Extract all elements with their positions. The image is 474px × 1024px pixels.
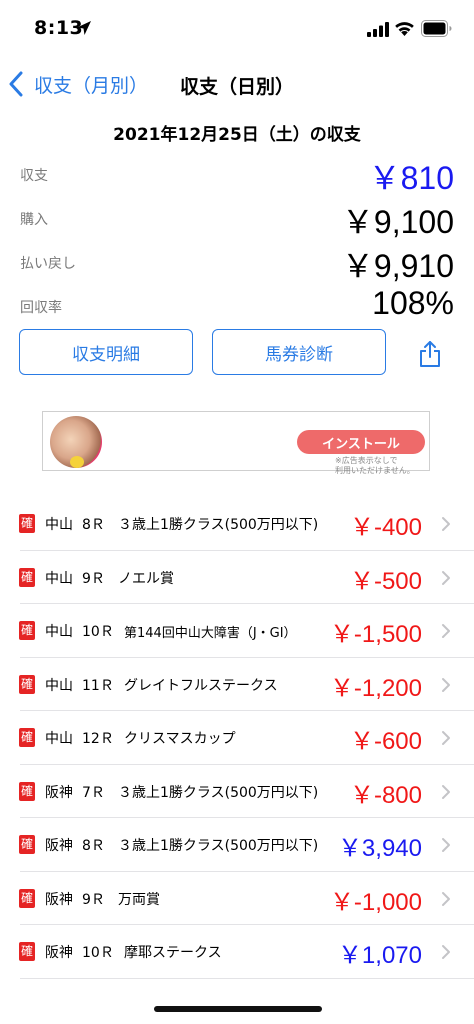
chevron-right-icon	[442, 624, 450, 638]
ad-banner[interactable]: インストール ※広告表示なしで 利用いただけません。	[42, 411, 430, 475]
race-venue: 中山	[45, 570, 73, 587]
race-number: 9Ｒ	[82, 891, 105, 908]
details-button[interactable]: 収支明細	[19, 329, 193, 375]
chevron-right-icon	[442, 891, 450, 906]
race-name: クリスマスカップ	[124, 731, 236, 747]
confirmed-badge: 確	[19, 567, 35, 587]
race-amount: ￥-600	[349, 728, 422, 755]
race-venue: 阪神	[45, 838, 73, 854]
race-row[interactable]: 確 阪神 8Ｒ ３歳上1勝クラス(500万円以下) ￥3,940	[0, 818, 474, 872]
race-number: 8Ｒ	[82, 838, 105, 854]
chevron-right-icon	[442, 945, 450, 959]
battery-icon	[421, 20, 452, 37]
diagnosis-button[interactable]: 馬券診断	[212, 329, 386, 375]
navigation-bar: 収支（月別） 収支（日別）	[0, 62, 474, 106]
ad-note: ※広告表示なしで 利用いただけません。	[335, 456, 415, 476]
race-amount: ￥-1,000	[329, 888, 422, 916]
status-bar: 8:13	[0, 0, 474, 56]
race-amount: ￥-800	[349, 781, 422, 809]
race-name: 第144回中山大障害（J・GI）	[124, 626, 297, 641]
race-row[interactable]: 確 中山 9Ｒ ノエル賞 ￥-500	[0, 551, 474, 605]
race-row[interactable]: 確 中山 11Ｒ グレイトフルステークス ￥-1,200	[0, 658, 474, 712]
ad-install-button[interactable]: インストール	[297, 430, 425, 454]
chevron-right-icon	[442, 517, 450, 531]
race-amount: ￥1,070	[337, 942, 422, 969]
ad-avatar-image	[50, 416, 102, 468]
race-amount: ￥3,940	[337, 835, 422, 862]
race-number: 9Ｒ	[82, 570, 105, 587]
race-list: 確 中山 8Ｒ ３歳上1勝クラス(500万円以下) ￥-400 確 中山 9Ｒ …	[0, 497, 474, 979]
ad-note-line: ※広告表示なしで	[335, 456, 398, 465]
race-venue: 阪神	[45, 784, 73, 801]
race-name: ３歳上1勝クラス(500万円以下)	[118, 784, 319, 801]
race-row[interactable]: 確 中山 10Ｒ 第144回中山大障害（J・GI） ￥-1,500	[0, 604, 474, 658]
date-title: 2021年12月25日（土）の収支	[113, 125, 361, 145]
location-arrow-icon	[77, 21, 91, 35]
race-venue: 中山	[45, 517, 73, 533]
race-number: 7Ｒ	[82, 784, 105, 801]
confirmed-badge: 確	[19, 888, 35, 908]
summary-row-balance: 収支 ￥810	[0, 153, 474, 197]
app-screen: 8:13 収支（月別） 収支（日別） 2021年12月25日（土）の収支 収支 …	[0, 0, 474, 1024]
race-number: 11Ｒ	[82, 677, 114, 694]
race-name: 摩耶ステークス	[124, 945, 222, 961]
summary-row-purchase: 購入 ￥9,100	[0, 197, 474, 241]
confirmed-badge: 確	[19, 514, 35, 533]
race-name: ３歳上1勝クラス(500万円以下)	[118, 838, 319, 854]
share-icon[interactable]	[418, 340, 442, 368]
summary-row-return-rate: 回収率 108%	[0, 285, 474, 329]
confirmed-badge: 確	[19, 728, 35, 747]
race-venue: 阪神	[45, 891, 73, 908]
summary-value: ￥9,910	[341, 248, 454, 284]
race-venue: 中山	[45, 731, 73, 747]
race-name: 万両賞	[118, 891, 160, 908]
chevron-right-icon	[442, 677, 450, 692]
confirmed-badge: 確	[19, 942, 35, 961]
summary-label: 収支	[20, 168, 48, 184]
summary-value: ￥810	[368, 160, 454, 196]
race-number: 10Ｒ	[82, 945, 114, 961]
confirmed-badge: 確	[19, 674, 35, 694]
back-button[interactable]: 収支（月別）	[8, 68, 148, 100]
race-row[interactable]: 確 阪神 10Ｒ 摩耶ステークス ￥1,070	[0, 925, 474, 979]
ad-note-line: 利用いただけません。	[335, 466, 415, 475]
race-number: 10Ｒ	[82, 624, 114, 640]
race-row[interactable]: 確 中山 12Ｒ クリスマスカップ ￥-600	[0, 711, 474, 765]
race-row[interactable]: 確 阪神 7Ｒ ３歳上1勝クラス(500万円以下) ￥-800	[0, 765, 474, 819]
race-venue: 中山	[45, 624, 73, 640]
confirmed-badge: 確	[19, 621, 35, 640]
back-button-label: 収支（月別）	[34, 74, 149, 97]
race-venue: 阪神	[45, 945, 73, 961]
race-number: 12Ｒ	[82, 731, 114, 747]
wifi-icon	[395, 22, 414, 36]
confirmed-badge: 確	[19, 781, 35, 801]
race-number: 8Ｒ	[82, 517, 105, 533]
confirmed-badge: 確	[19, 835, 35, 854]
race-name: グレイトフルステークス	[124, 677, 278, 694]
summary-row-payout: 払い戻し ￥9,910	[0, 241, 474, 285]
flower-icon	[70, 456, 84, 468]
chevron-right-icon	[442, 731, 450, 745]
summary-label: 払い戻し	[20, 256, 76, 272]
chevron-right-icon	[442, 838, 450, 852]
race-venue: 中山	[45, 677, 73, 694]
page-title: 収支（日別）	[180, 76, 295, 98]
chevron-left-icon	[9, 71, 23, 97]
summary-label: 購入	[20, 212, 48, 228]
race-amount: ￥-400	[349, 514, 422, 541]
home-indicator[interactable]	[154, 1006, 322, 1012]
race-amount: ￥-1,200	[329, 674, 422, 702]
summary-value: ￥9,100	[341, 204, 454, 240]
race-name: ノエル賞	[118, 570, 174, 587]
race-row[interactable]: 確 阪神 9Ｒ 万両賞 ￥-1,000	[0, 872, 474, 926]
race-amount: ￥-1,500	[329, 621, 422, 648]
race-name: ３歳上1勝クラス(500万円以下)	[118, 517, 319, 533]
summary-label: 回収率	[20, 300, 62, 316]
chevron-right-icon	[442, 570, 450, 585]
cellular-signal-icon	[367, 22, 389, 37]
race-amount: ￥-500	[349, 567, 422, 595]
chevron-right-icon	[442, 784, 450, 799]
race-row[interactable]: 確 中山 8Ｒ ３歳上1勝クラス(500万円以下) ￥-400	[0, 497, 474, 551]
summary-value: 108%	[372, 285, 454, 321]
